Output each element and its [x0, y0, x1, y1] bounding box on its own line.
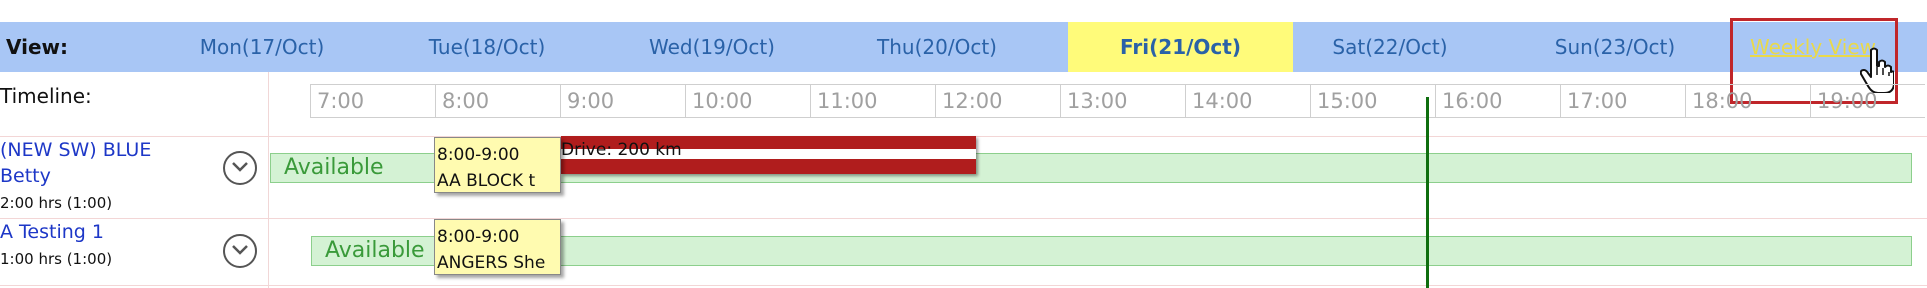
hour-tick: 15:00 [1310, 85, 1435, 117]
hour-tick: 17:00 [1560, 85, 1685, 117]
day-tab-thu[interactable]: Thu(20/Oct) [837, 22, 1037, 72]
day-tab-fri[interactable]: Fri(21/Oct) [1068, 22, 1293, 72]
hour-tick: 14:00 [1185, 85, 1310, 117]
hour-tick: 9:00 [560, 85, 685, 117]
resource-column-divider [268, 72, 269, 288]
availability-label: Available [284, 155, 384, 180]
timeline-label: Timeline: [0, 84, 92, 108]
resource-hours: 2:00 hrs (1:00) [0, 194, 113, 212]
day-tab-mon[interactable]: Mon(17/Oct) [162, 22, 362, 72]
appointment-title: ANGERS She [437, 253, 546, 273]
appointment-time: 8:00-9:00 [437, 145, 520, 165]
expand-button[interactable] [223, 151, 257, 185]
expand-button[interactable] [223, 234, 257, 268]
day-tab-wed[interactable]: Wed(19/Oct) [612, 22, 812, 72]
row-divider [0, 285, 1927, 286]
appointment-title: AA BLOCK t [437, 171, 536, 191]
resource-name-link[interactable]: A Testing 1 [0, 219, 104, 245]
hour-tick: 19:00 [1810, 85, 1925, 117]
view-label: View: [6, 35, 69, 59]
hour-tick: 7:00 [310, 85, 435, 117]
chevron-down-icon [232, 245, 248, 255]
resource-name-link[interactable]: (NEW SW) BLUE Betty [0, 137, 151, 189]
hour-tick: 11:00 [810, 85, 935, 117]
day-tab-sat[interactable]: Sat(22/Oct) [1290, 22, 1490, 72]
appointment-block[interactable]: 8:00-9:00 ANGERS She [434, 219, 561, 275]
drive-label: Drive: 200 km [561, 140, 682, 160]
day-tab-tue[interactable]: Tue(18/Oct) [387, 22, 587, 72]
hour-tick: 10:00 [685, 85, 810, 117]
resource-name-line1: (NEW SW) BLUE [0, 139, 152, 161]
availability-label: Available [325, 238, 425, 263]
day-tab-sun[interactable]: Sun(23/Oct) [1515, 22, 1715, 72]
weekly-view-link[interactable]: Weekly View [1750, 22, 1876, 72]
hour-tick: 8:00 [435, 85, 560, 117]
hour-tick: 16:00 [1435, 85, 1560, 117]
hour-tick: 12:00 [935, 85, 1060, 117]
hour-tick: 18:00 [1685, 85, 1810, 117]
current-time-indicator [1426, 97, 1429, 288]
day-navigation-bar: View: Mon(17/Oct) Tue(18/Oct) Wed(19/Oct… [0, 22, 1927, 72]
drive-segment[interactable]: Drive: 200 km [561, 136, 976, 174]
resource-name-line2: Betty [0, 165, 51, 187]
row-divider [0, 218, 1927, 219]
resource-hours: 1:00 hrs (1:00) [0, 250, 113, 268]
chevron-down-icon [232, 162, 248, 172]
appointment-time: 8:00-9:00 [437, 227, 520, 247]
hour-tick: 13:00 [1060, 85, 1185, 117]
timescale: 7:00 8:00 9:00 10:00 11:00 12:00 13:00 1… [310, 84, 1925, 118]
appointment-block[interactable]: 8:00-9:00 AA BLOCK t [434, 137, 561, 193]
